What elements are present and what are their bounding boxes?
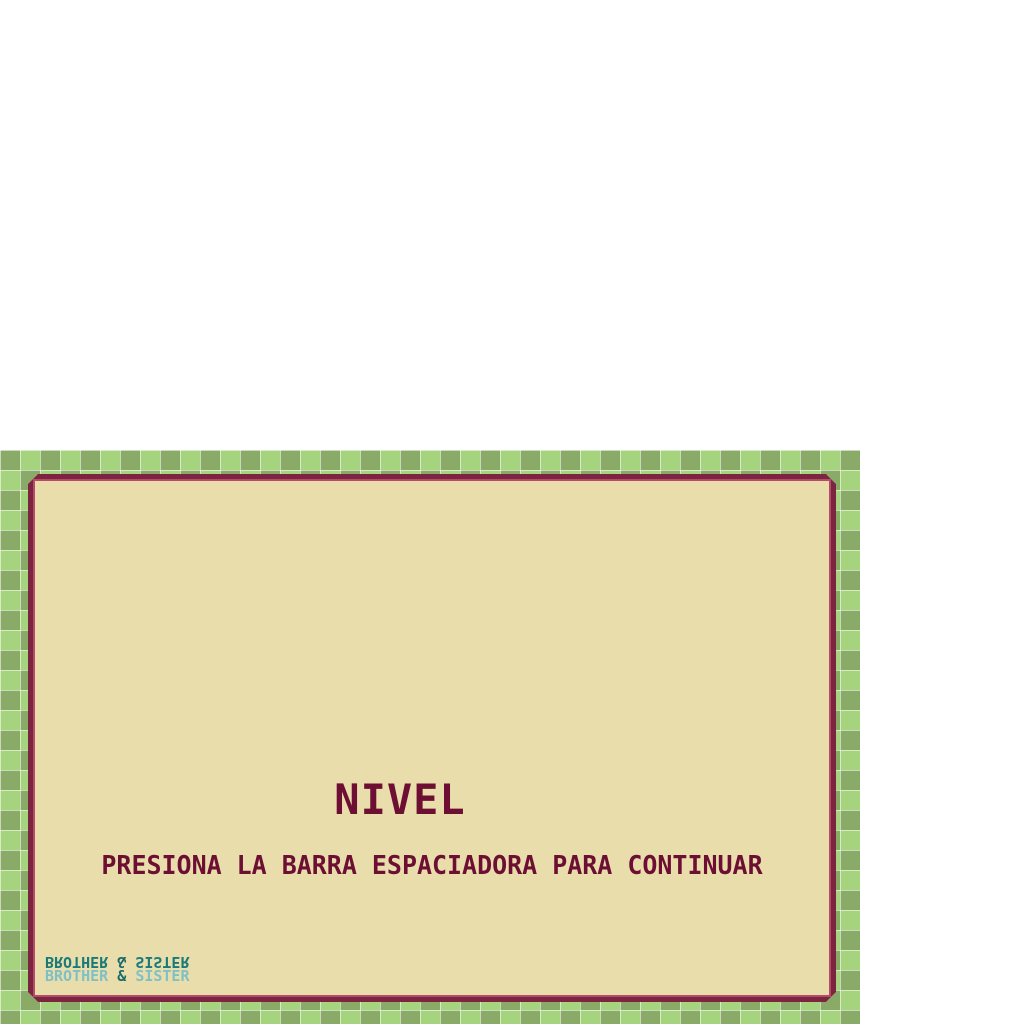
logo-reflection: BROTHER & SISTER: [45, 953, 190, 971]
level-panel: NIVEL PRESIONA LA BARRA ESPACIADORA PARA…: [28, 474, 836, 1002]
continue-prompt: PRESIONA LA BARRA ESPACIADORA PARA CONTI…: [101, 851, 763, 881]
logo-text: BROTHER & SISTER: [45, 967, 190, 985]
game-logo: BROTHER & SISTER BROTHER & SISTER: [45, 955, 190, 983]
game-screen[interactable]: NIVEL PRESIONA LA BARRA ESPACIADORA PARA…: [0, 450, 860, 1024]
level-title: NIVEL: [334, 775, 466, 824]
